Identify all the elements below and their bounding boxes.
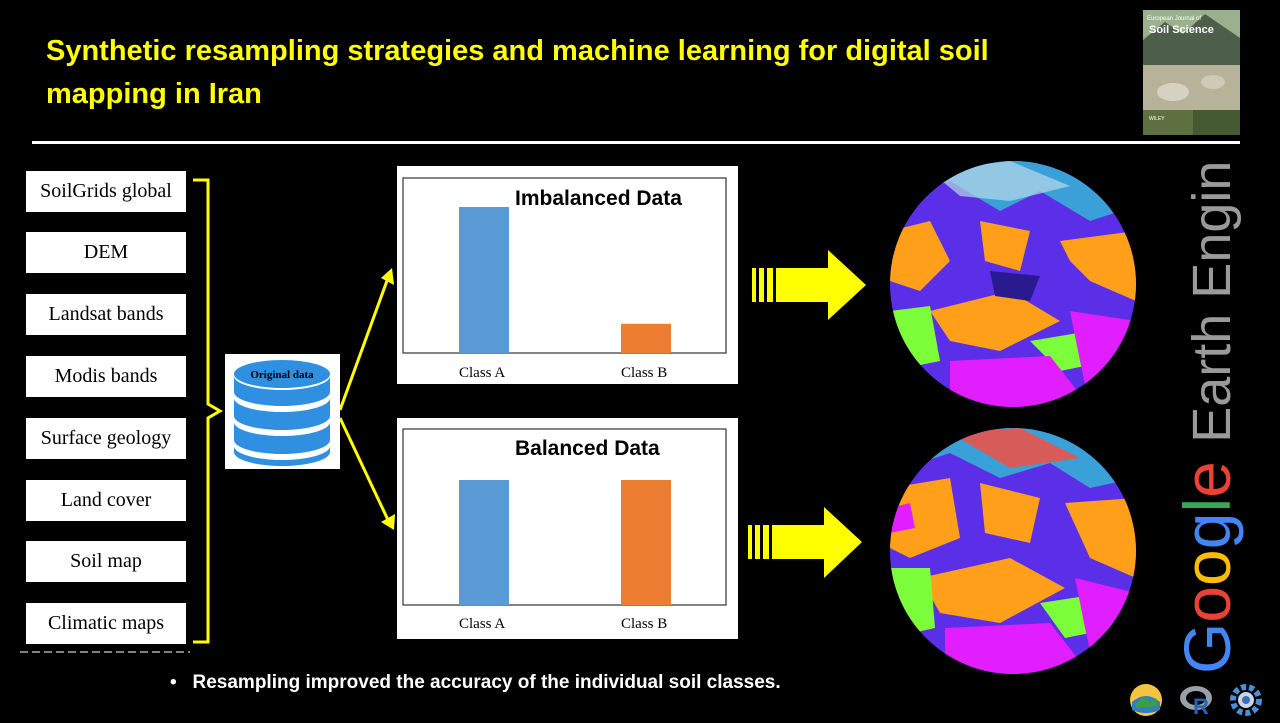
- bullet-icon: •: [170, 672, 193, 693]
- qgis-logo-icon: [1128, 682, 1164, 718]
- arrow-to-balanced: [338, 417, 390, 521]
- gear-logo-icon: [1228, 682, 1264, 718]
- chart-title-imbalanced: Imbalanced Data: [515, 187, 682, 210]
- soil-map-balanced: [890, 428, 1136, 674]
- bar-class-b: [621, 480, 671, 605]
- footnote: • Resampling improved the accuracy of th…: [170, 672, 781, 694]
- soil-map-imbalanced: [890, 161, 1136, 407]
- database-label: Original data: [250, 369, 314, 381]
- x-label-class-a: Class A: [459, 365, 506, 381]
- svg-text:Google Earth Engine: Google Earth Engine: [1170, 164, 1244, 674]
- arrow-to-imbalanced: [338, 277, 390, 411]
- r-logo-icon: R: [1180, 682, 1216, 719]
- x-label-class-a: Class A: [459, 616, 506, 632]
- footnote-text: Resampling improved the accuracy of the …: [192, 672, 781, 693]
- x-label-class-b: Class B: [621, 616, 668, 632]
- bar-class-a: [459, 207, 509, 353]
- google-earth-engine-logo: Google Earth Engine: [1168, 131, 1258, 674]
- database-icon: Original data: [225, 354, 340, 469]
- balanced-chart: Balanced Data Class A Class B: [397, 418, 738, 639]
- svg-text:R: R: [1193, 694, 1209, 718]
- bar-class-a: [459, 480, 509, 605]
- block-arrow-top: [752, 250, 866, 320]
- block-arrow-bottom: [748, 507, 862, 578]
- x-label-class-b: Class B: [621, 365, 668, 381]
- imbalanced-chart: Imbalanced Data Class A Class B: [397, 166, 738, 384]
- bar-class-b: [621, 323, 671, 353]
- chart-title-balanced: Balanced Data: [515, 437, 660, 460]
- source-bracket: [193, 178, 223, 644]
